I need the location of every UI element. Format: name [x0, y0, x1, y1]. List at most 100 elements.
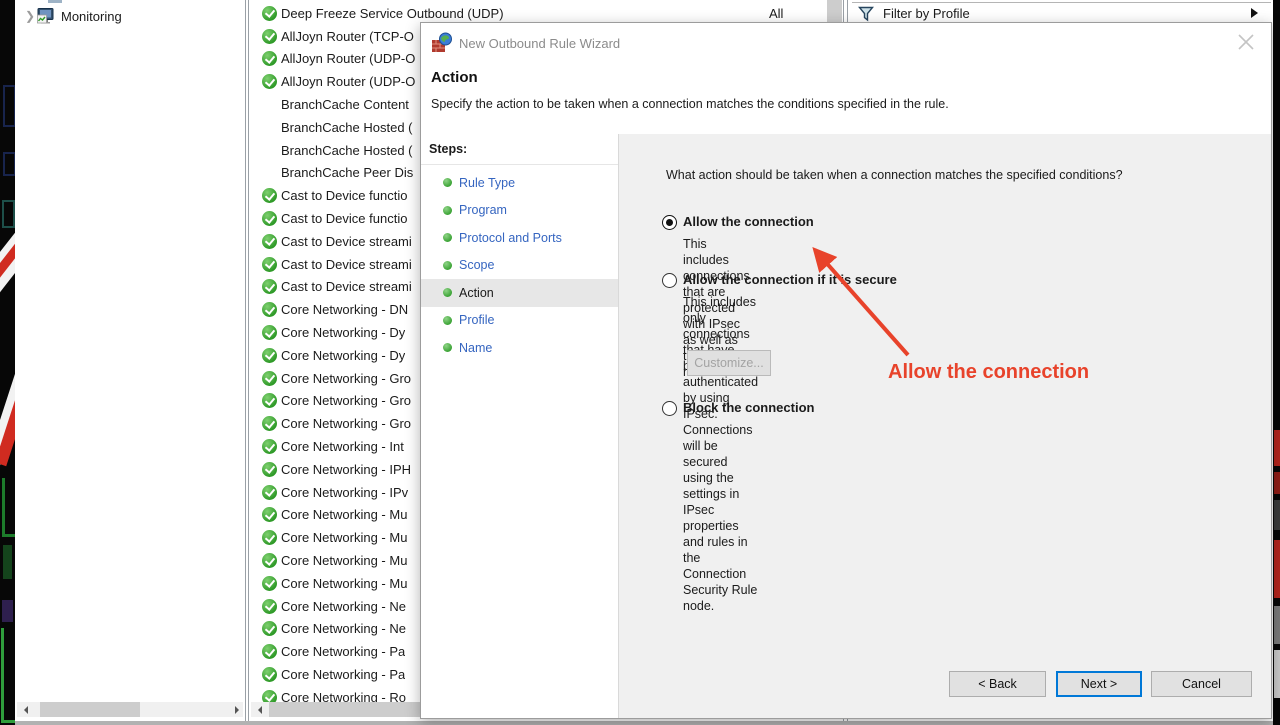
radio-allow-connection[interactable] [662, 215, 677, 230]
wallpaper-fragment [1274, 606, 1280, 644]
enabled-check-icon [262, 530, 277, 545]
chevron-right-icon[interactable]: ❯ [25, 9, 37, 23]
option-description: This includes only connections that have… [683, 294, 758, 614]
scroll-left-arrow[interactable] [17, 702, 32, 717]
option-label[interactable]: Allow the connection if it is secure [683, 272, 897, 287]
wizard-content: What action should be taken when a conne… [619, 134, 1271, 718]
scroll-left-arrow[interactable] [251, 702, 266, 717]
wizard-step-name[interactable]: Name [421, 334, 618, 362]
wallpaper-fragment [1274, 500, 1280, 530]
option-label[interactable]: Block the connection [683, 400, 814, 415]
step-bullet-icon [443, 261, 452, 270]
enabled-check-icon [262, 621, 277, 636]
annotation-text: Allow the connection [888, 361, 1089, 384]
desktop-right-strip [1273, 0, 1280, 725]
option-label[interactable]: Allow the connection [683, 214, 814, 229]
rule-name: BranchCache Content [281, 97, 409, 112]
wallpaper-fragment [2, 600, 13, 622]
rule-name: BranchCache Peer Dis [281, 165, 413, 180]
step-label[interactable]: Name [459, 341, 492, 355]
status-strip [15, 721, 1273, 725]
icon-placeholder [262, 120, 277, 135]
rule-name: Core Networking - Gro [281, 393, 411, 408]
rule-name: Core Networking - Mu [281, 576, 407, 591]
icon-placeholder [262, 143, 277, 158]
enabled-check-icon [262, 279, 277, 294]
enabled-check-icon [262, 371, 277, 386]
wizard-step-protocol-and-ports[interactable]: Protocol and Ports [421, 224, 618, 252]
wallpaper-fragment [1, 628, 15, 723]
step-label[interactable]: Rule Type [459, 176, 515, 190]
enabled-check-icon [262, 234, 277, 249]
clipped-tree-icon [48, 0, 62, 3]
desktop-left-strip [0, 0, 15, 725]
rule-name: Cast to Device streami [281, 234, 412, 249]
step-bullet-icon [443, 288, 452, 297]
steps-list: Rule Type Program Protocol and Ports Scope A… [421, 169, 618, 362]
wallpaper-fragment [1274, 650, 1280, 698]
customize-button: Customize... [687, 350, 771, 376]
wizard-step-program[interactable]: Program [421, 197, 618, 225]
rule-name: Core Networking - IPH [281, 462, 411, 477]
wallpaper-fragment [1274, 430, 1280, 466]
rule-name: Core Networking - Gro [281, 416, 411, 431]
enabled-check-icon [262, 393, 277, 408]
rule-name: Cast to Device streami [281, 257, 412, 272]
back-button[interactable]: < Back [949, 671, 1046, 697]
step-label[interactable]: Action [459, 286, 494, 300]
wizard-step-action[interactable]: Action [421, 279, 618, 307]
tree-item-label: Monitoring [61, 9, 122, 24]
monitor-icon [37, 8, 55, 24]
tree-item-monitoring[interactable]: ❯ Monitoring [15, 6, 122, 26]
cancel-button[interactable]: Cancel [1151, 671, 1252, 697]
rule-name: Core Networking - Mu [281, 553, 407, 568]
rule-name: Cast to Device functio [281, 211, 407, 226]
rule-name: Core Networking - Gro [281, 371, 411, 386]
rule-name: BranchCache Hosted ( [281, 143, 413, 158]
wallpaper-fragment [1274, 540, 1280, 598]
rule-name: Core Networking - DN [281, 302, 408, 317]
wizard-step-profile[interactable]: Profile [421, 307, 618, 335]
step-label[interactable]: Profile [459, 313, 494, 327]
wizard-step-scope[interactable]: Scope [421, 252, 618, 280]
rule-name: Core Networking - IPv [281, 485, 408, 500]
wizard-header: New Outbound Rule Wizard Action Specify … [421, 23, 1271, 135]
wallpaper-fragment [2, 478, 15, 537]
step-label[interactable]: Protocol and Ports [459, 231, 562, 245]
divider [421, 164, 618, 165]
next-button[interactable]: Next > [1056, 671, 1142, 697]
wizard-step-rule-type[interactable]: Rule Type [421, 169, 618, 197]
enabled-check-icon [262, 74, 277, 89]
rule-name: Cast to Device streami [281, 279, 412, 294]
enabled-check-icon [262, 439, 277, 454]
close-icon[interactable] [1235, 31, 1257, 53]
enabled-check-icon [262, 188, 277, 203]
rule-name: Core Networking - Ne [281, 599, 406, 614]
enabled-check-icon [262, 302, 277, 317]
rule-name: Cast to Device functio [281, 188, 407, 203]
filter-by-profile-item[interactable]: Filter by Profile [848, 4, 1273, 23]
scrollbar-thumb[interactable] [40, 702, 140, 717]
wizard-page-description: Specify the action to be taken when a co… [431, 97, 949, 111]
radio-block-connection[interactable] [662, 401, 677, 416]
step-bullet-icon [443, 178, 452, 187]
filter-by-profile-label: Filter by Profile [883, 6, 970, 21]
rule-name: Core Networking - Dy [281, 348, 405, 363]
enabled-check-icon [262, 462, 277, 477]
scroll-right-arrow[interactable] [228, 702, 243, 717]
rule-name: AllJoyn Router (UDP-O [281, 74, 415, 89]
tree-horizontal-scrollbar[interactable] [17, 702, 243, 717]
wallpaper-fragment [2, 200, 15, 228]
radio-allow-if-secure[interactable] [662, 273, 677, 288]
wizard-title: New Outbound Rule Wizard [459, 36, 620, 51]
rule-name: Core Networking - Mu [281, 507, 407, 522]
divider [852, 2, 1271, 3]
step-label[interactable]: Program [459, 203, 507, 217]
step-label[interactable]: Scope [459, 258, 494, 272]
enabled-check-icon [262, 416, 277, 431]
new-outbound-rule-wizard-dialog: New Outbound Rule Wizard Action Specify … [420, 22, 1272, 719]
enabled-check-icon [262, 599, 277, 614]
funnel-icon [858, 6, 875, 22]
enabled-check-icon [262, 51, 277, 66]
enabled-check-icon [262, 576, 277, 591]
